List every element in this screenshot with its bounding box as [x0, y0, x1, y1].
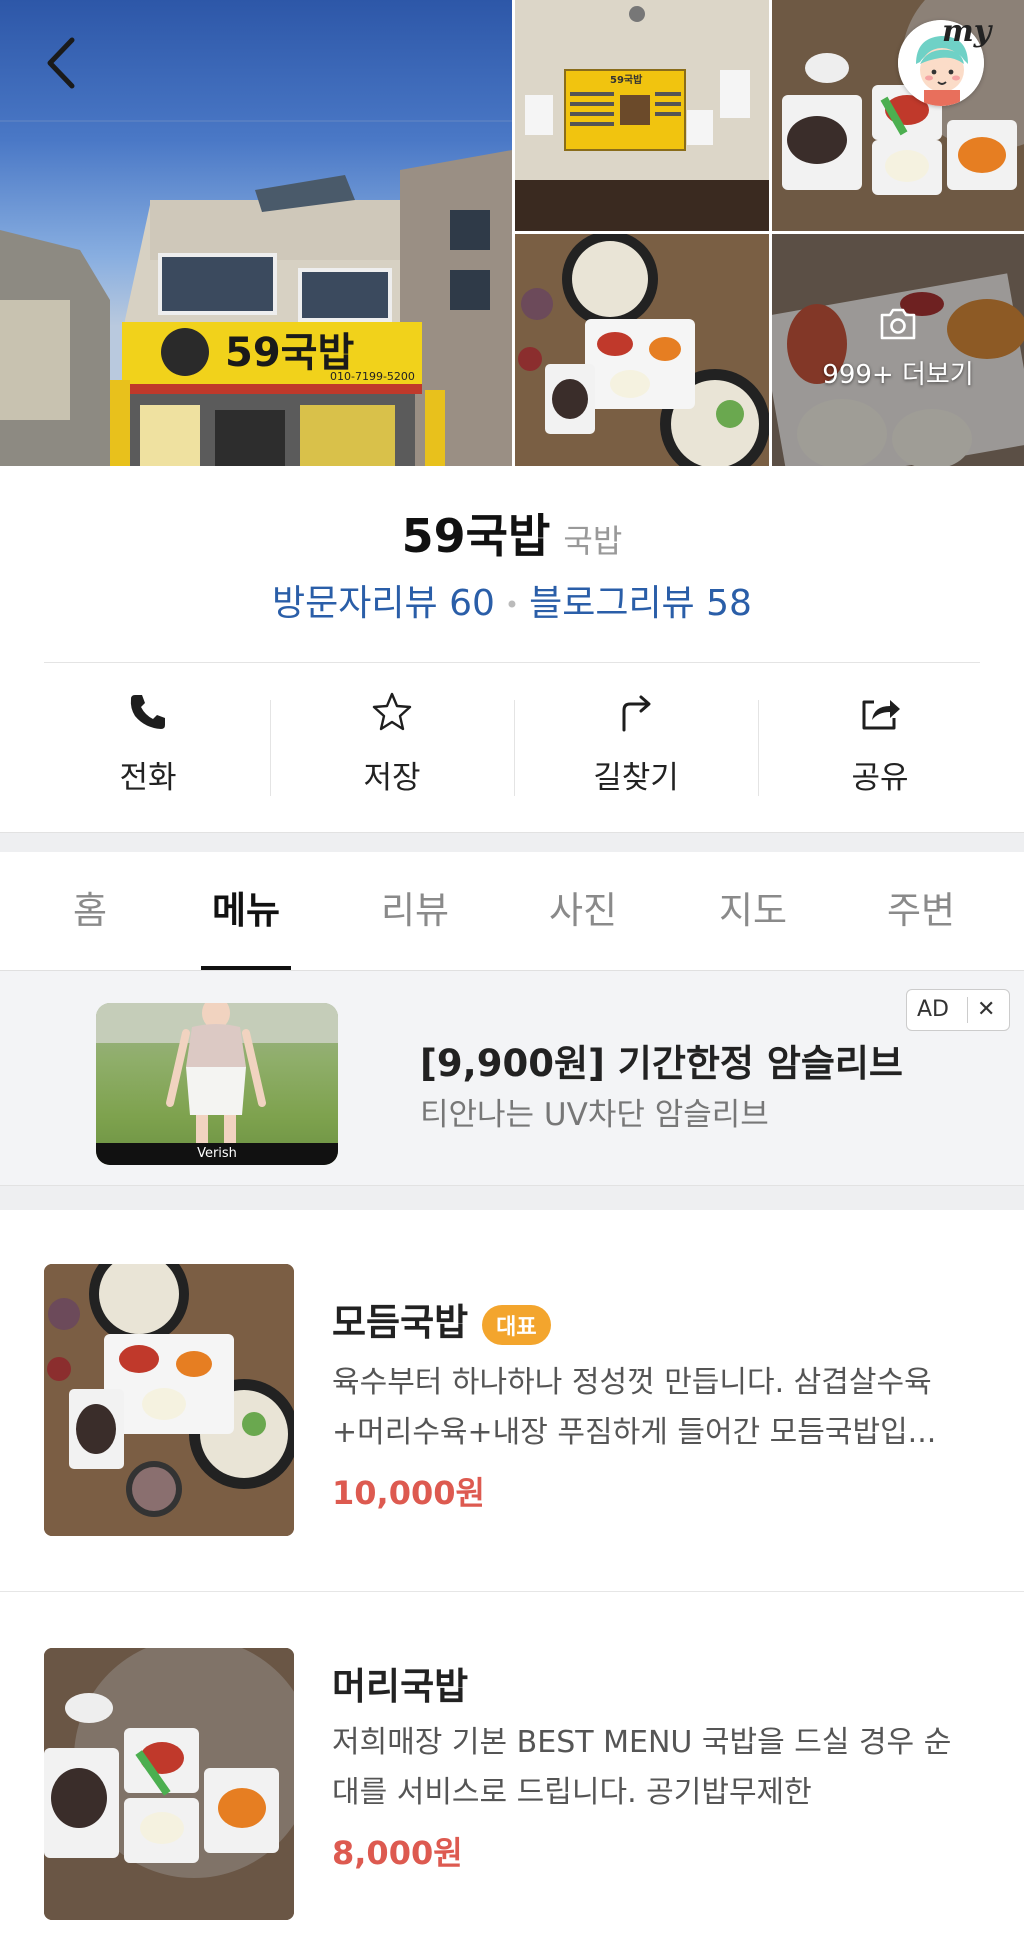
call-label: 전화 — [119, 760, 177, 796]
menu-item[interactable]: 모듬국밥 대표 육수부터 하나하나 정성껏 만듭니다. 삼겹살수육 +머리수육+내… — [0, 1220, 1024, 1550]
chevron-left-icon — [47, 37, 75, 89]
divider — [44, 662, 980, 663]
ad-banner[interactable]: Verish [9,900원] 기간한정 암슬리브 티안나는 UV차단 암슬리브… — [0, 971, 1024, 1186]
ad-close-icon[interactable]: ✕ — [977, 990, 995, 1030]
tab-reviews[interactable]: 리뷰 — [330, 852, 500, 970]
place-category: 국밥 — [563, 522, 623, 560]
ad-image[interactable]: Verish — [96, 1003, 338, 1165]
share-icon — [862, 700, 900, 730]
head-gukbap-illustration — [44, 1648, 294, 1920]
menu-item[interactable]: 머리국밥 저희매장 기본 BEST MENU 국밥을 드실 경우 순 대를 서비… — [0, 1606, 1024, 1936]
star-icon — [372, 692, 412, 731]
separator-dot: • — [504, 591, 520, 619]
description-line: 육수부터 하나하나 정성껏 만듭니다. 삼겹살수육 — [332, 1365, 932, 1400]
menu-board-illustration: 59국밥 — [515, 0, 769, 231]
menu-item-price: 10,000원 — [332, 1474, 485, 1512]
call-button[interactable]: 전화 — [26, 690, 270, 800]
camera-icon — [880, 308, 916, 340]
menu-item-description: 저희매장 기본 BEST MENU 국밥을 드실 경우 순 대를 서비스로 드립… — [332, 1718, 992, 1818]
review-links: 방문자리뷰 60 • 블로그리뷰 58 — [0, 574, 1024, 626]
menu-item-name: 모듬국밥 대표 — [332, 1292, 551, 1346]
ad-subtitle: 티안나는 UV차단 암슬리브 — [420, 1097, 769, 1133]
menu-item-price: 8,000원 — [332, 1834, 463, 1872]
ad-badge[interactable]: AD ✕ — [906, 989, 1010, 1031]
tab-home[interactable]: 홈 — [5, 852, 175, 970]
more-photos-button[interactable]: 999+ 더보기 — [772, 234, 1024, 466]
ad-title[interactable]: [9,900원] 기간한정 암슬리브 — [420, 1033, 903, 1087]
blog-reviews-count: 58 — [706, 583, 752, 624]
tab-menu[interactable]: 메뉴 — [161, 852, 331, 970]
my-label: my — [942, 14, 992, 49]
storefront-phone-text: 010-7199-5200 — [330, 370, 415, 383]
ad-badge-separator — [967, 997, 968, 1023]
visitor-reviews-label: 방문자리뷰 — [272, 583, 438, 624]
tab-bar: 홈 메뉴 리뷰 사진 지도 주변 — [0, 852, 1024, 971]
menu-item-name-text: 머리국밥 — [332, 1665, 469, 1708]
save-label: 저장 — [363, 760, 421, 796]
description-line: 저희매장 기본 BEST MENU 국밥을 드실 경우 순 — [332, 1725, 952, 1760]
visitor-reviews-link[interactable]: 방문자리뷰 60 — [272, 583, 495, 624]
action-bar: 전화 저장 길찾기 공유 — [0, 690, 1024, 800]
menu-item-description: 육수부터 하나하나 정성껏 만듭니다. 삼겹살수육 +머리수육+내장 푸짐하게 … — [332, 1358, 992, 1458]
description-line: +머리수육+내장 푸짐하게 들어간 모듬국밥입... — [332, 1415, 937, 1450]
menu-item-photo — [44, 1648, 294, 1920]
ad-brand-label: Verish — [96, 1143, 338, 1165]
ad-model-illustration — [96, 1003, 338, 1143]
food-photo[interactable] — [515, 234, 769, 466]
visitor-reviews-count: 60 — [449, 583, 495, 624]
description-line: 대를 서비스로 드립니다. 공기밥무제한 — [332, 1775, 812, 1810]
menu-board-photo[interactable]: 59국밥 — [515, 0, 769, 231]
share-label: 공유 — [851, 760, 909, 796]
more-photos-label: 999+ 더보기 — [822, 360, 974, 390]
share-button[interactable]: 공유 — [758, 690, 1002, 800]
blog-reviews-link[interactable]: 블로그리뷰 58 — [529, 583, 752, 624]
divider — [0, 1591, 1024, 1592]
place-title-row: 59국밥 국밥 — [0, 500, 1024, 566]
directions-label: 길찾기 — [593, 760, 679, 796]
menu-item-name-text: 모듬국밥 — [332, 1301, 469, 1344]
section-gap — [0, 832, 1024, 853]
blog-reviews-label: 블로그리뷰 — [529, 583, 695, 624]
directions-button[interactable]: 길찾기 — [514, 690, 758, 800]
mixed-gukbap-illustration — [44, 1264, 294, 1536]
back-button[interactable] — [38, 30, 88, 96]
tab-photos[interactable]: 사진 — [498, 852, 668, 970]
signature-badge: 대표 — [482, 1304, 551, 1345]
gukbap-table-illustration — [515, 234, 769, 466]
ad-label: AD — [917, 997, 949, 1022]
section-gap — [0, 1186, 1024, 1210]
active-tab-indicator — [201, 966, 291, 970]
directions-icon — [622, 695, 651, 732]
menu-board-title: 59국밥 — [610, 73, 643, 86]
tab-nearby[interactable]: 주변 — [836, 852, 1006, 970]
tab-map[interactable]: 지도 — [668, 852, 838, 970]
save-button[interactable]: 저장 — [270, 690, 514, 800]
phone-icon — [130, 695, 165, 729]
photo-grid: 59국밥 010-7199-5200 59국밥 999+ 더보기 my — [0, 0, 1024, 466]
place-name: 59국밥 — [401, 509, 551, 563]
menu-item-photo — [44, 1264, 294, 1536]
menu-item-name: 머리국밥 — [332, 1656, 468, 1710]
